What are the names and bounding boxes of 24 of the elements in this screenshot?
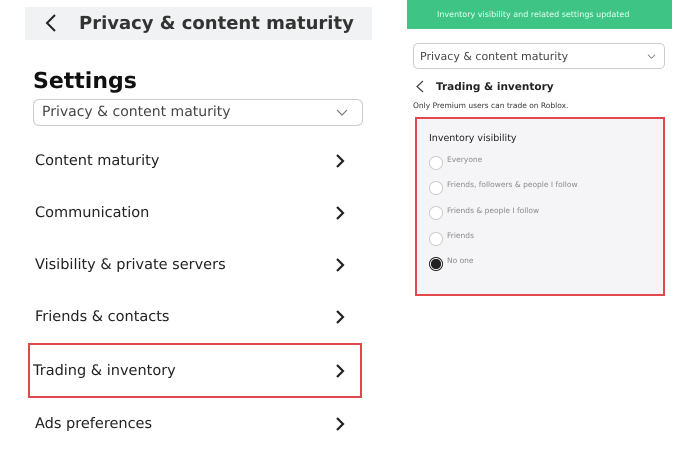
radio-button[interactable] [429,256,443,271]
chevron-right-icon [335,416,345,432]
settings-item[interactable]: Communication [25,187,362,239]
settings-item[interactable]: Ads preferences [25,398,362,450]
back-icon[interactable] [45,13,57,34]
chevron-right-icon [335,205,345,221]
settings-item[interactable]: Trading & inventory [28,343,362,398]
page-title: Privacy & content maturity [79,12,354,34]
back-icon[interactable] [416,80,424,93]
chevron-right-icon [335,309,345,325]
success-toast: Inventory visibility and related settings updated [407,0,672,29]
caret-icon [336,108,348,116]
chevron-right-icon [335,257,345,273]
category-dropdown[interactable]: Privacy & content maturity [33,98,363,126]
settings-item[interactable]: Content maturity [25,135,362,187]
category-dropdown[interactable]: Privacy & content maturity [413,43,665,69]
settings-item[interactable]: Friends & contacts [25,291,362,343]
settings-item[interactable]: Visibility & private servers [25,239,362,291]
settings-heading: Settings [33,68,138,94]
section-title: Trading & inventory [436,80,554,92]
chevron-right-icon [335,362,345,378]
panel-label: Inventory visibility [429,133,518,144]
chevron-right-icon [335,153,345,169]
caret-icon [647,54,656,58]
